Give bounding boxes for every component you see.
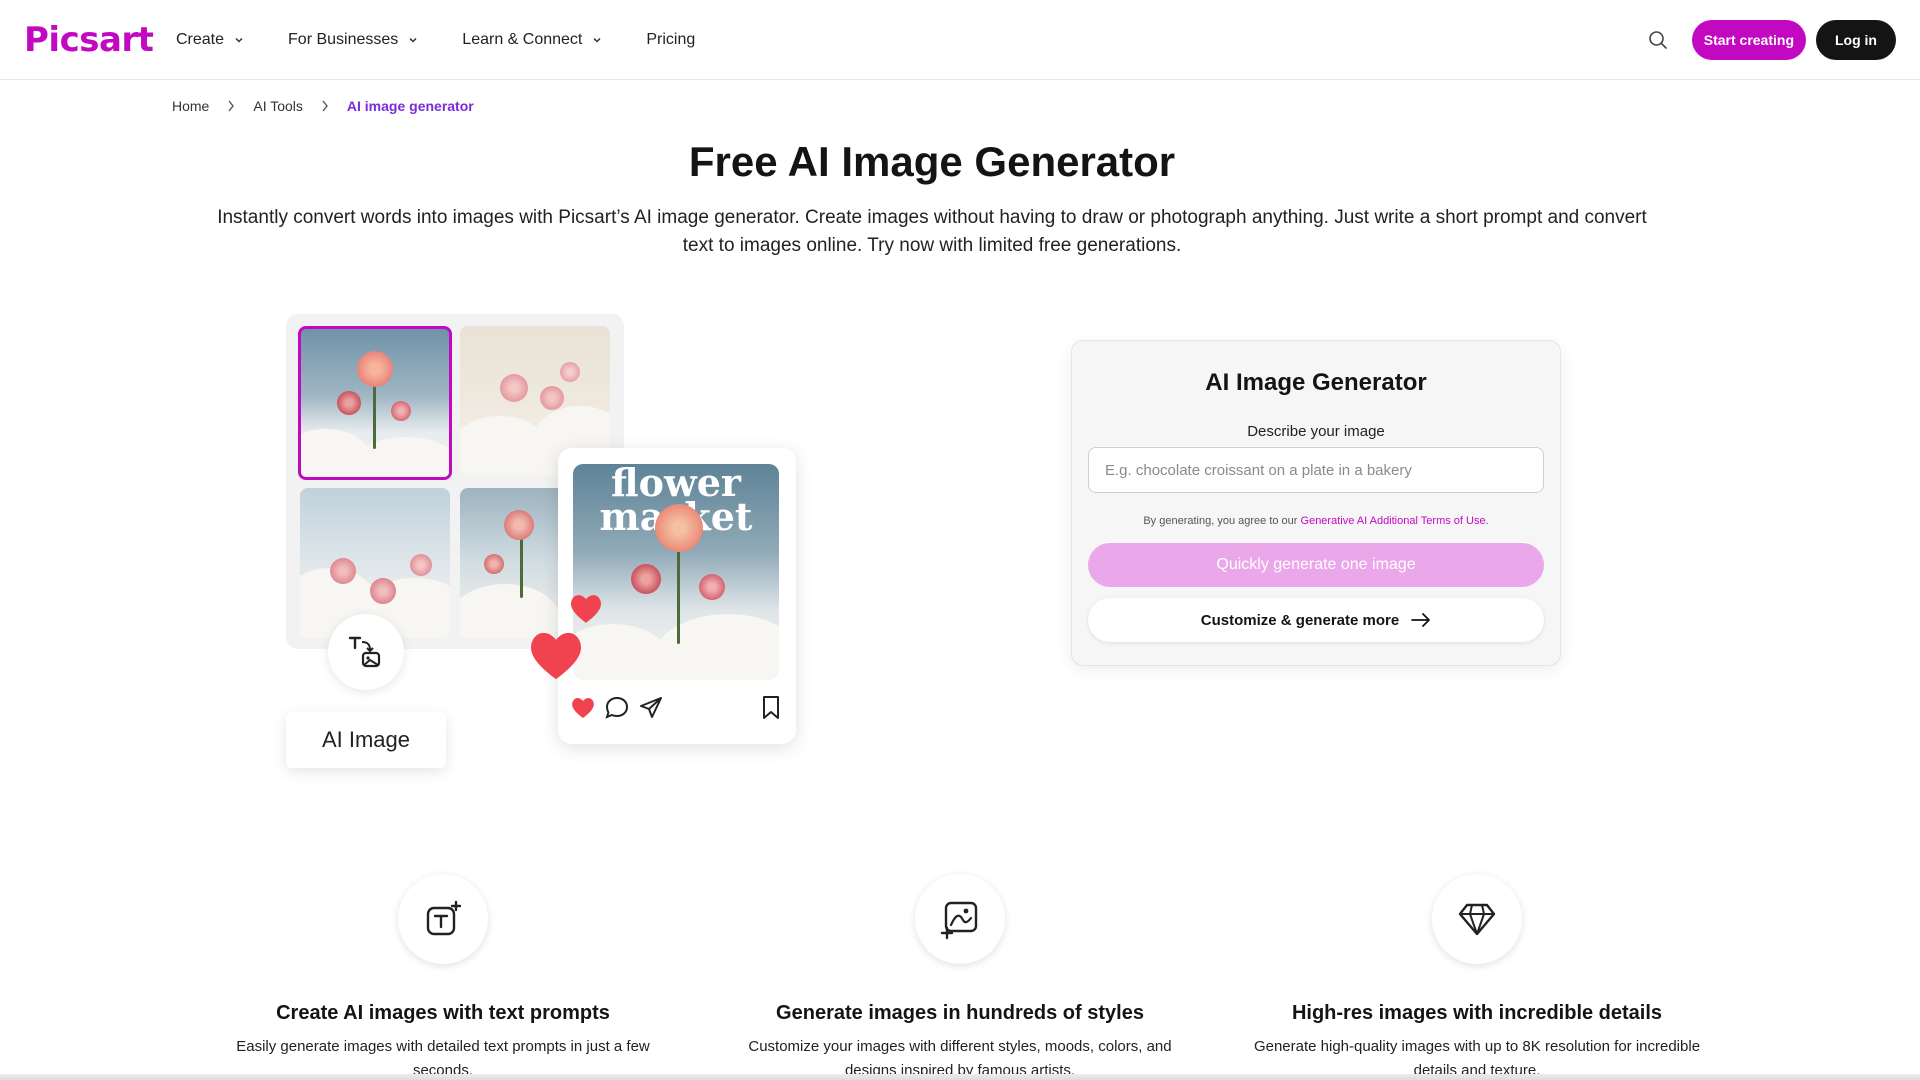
scroll-edge [0,1074,1920,1080]
text-to-image-badge [328,614,404,690]
chevron-down-icon [235,37,243,43]
bookmark-icon [763,696,779,719]
picsart-logo[interactable]: Picsart [24,20,154,60]
hero-illustration: AI Image flower market [286,314,806,774]
generator-title: AI Image Generator [1205,369,1427,396]
breadcrumb-current: AI image generator [346,98,474,114]
chevron-down-icon [409,37,417,43]
heart-icon [531,632,581,680]
page-subtitle: Instantly convert words into images with… [217,207,1647,256]
share-icon [640,697,662,718]
terms-notice: By generating, you agree to our Generati… [1143,515,1489,527]
breadcrumb-ai-tools[interactable]: AI Tools [253,98,303,114]
post-image: flower market [573,464,779,680]
nav-item-create[interactable]: Create [176,31,244,49]
nav-item-label: For Businesses [288,31,399,48]
diamond-icon [1458,903,1496,936]
chevron-right-icon [228,100,235,112]
ai-image-label: AI Image [286,712,446,768]
nav-item-for-businesses[interactable]: For Businesses [288,31,418,49]
nav-item-label: Learn & Connect [462,31,583,48]
customize-generate-button[interactable]: Customize & generate more [1088,598,1544,642]
search-button[interactable] [1638,20,1678,60]
text-to-image-icon [426,900,462,936]
image-add-icon [940,901,978,940]
nav-item-label: Create [176,31,225,48]
feature-text-prompts: Create AI images with text prompts Easil… [208,874,678,1080]
ai-image-generator-card: AI Image Generator Describe your image B… [1071,340,1561,666]
feature-title: Generate images in hundreds of styles [776,1002,1144,1024]
comment-icon [605,696,629,719]
heart-icon [572,698,594,718]
nav-item-learn-connect[interactable]: Learn & Connect [462,31,602,49]
search-icon [1648,31,1667,49]
main-nav: Create For Businesses Learn & Connect Pr… [176,0,739,80]
site-header: Picsart Create For Businesses Learn & Co… [0,0,1920,80]
nav-item-label: Pricing [646,31,696,48]
feature-icon-circle [1432,874,1522,964]
arrow-right-icon [1411,613,1431,627]
header-actions: Start creating Log in [1638,20,1896,60]
text-to-image-icon [348,636,381,668]
breadcrumb-home[interactable]: Home [172,98,209,114]
page-title: Free AI Image Generator [688,138,1176,185]
feature-icon-circle [915,874,1005,964]
feature-title: Create AI images with text prompts [276,1002,610,1024]
prompt-label: Describe your image [1247,423,1385,440]
generated-image-thumbnail [298,326,452,480]
feature-title: High-res images with incredible details [1291,1002,1663,1024]
terms-link[interactable]: Generative AI Additional Terms of Use [1301,515,1486,527]
prompt-input[interactable] [1088,447,1544,493]
customize-generate-label: Customize & generate more [1200,611,1400,629]
chevron-down-icon [593,37,601,43]
feature-icon-circle [398,874,488,964]
quick-generate-button[interactable]: Quickly generate one image [1088,543,1544,587]
nav-item-pricing[interactable]: Pricing [646,31,695,49]
feature-styles: Generate images in hundreds of styles Cu… [725,874,1195,1080]
breadcrumb: Home AI Tools AI image generator [172,98,474,114]
feature-high-res: High-res images with incredible details … [1242,874,1712,1080]
start-creating-button[interactable]: Start creating [1691,20,1806,60]
login-button[interactable]: Log in [1816,20,1896,60]
post-actions [570,692,784,722]
heart-icon [571,595,601,623]
chevron-right-icon [322,100,328,112]
